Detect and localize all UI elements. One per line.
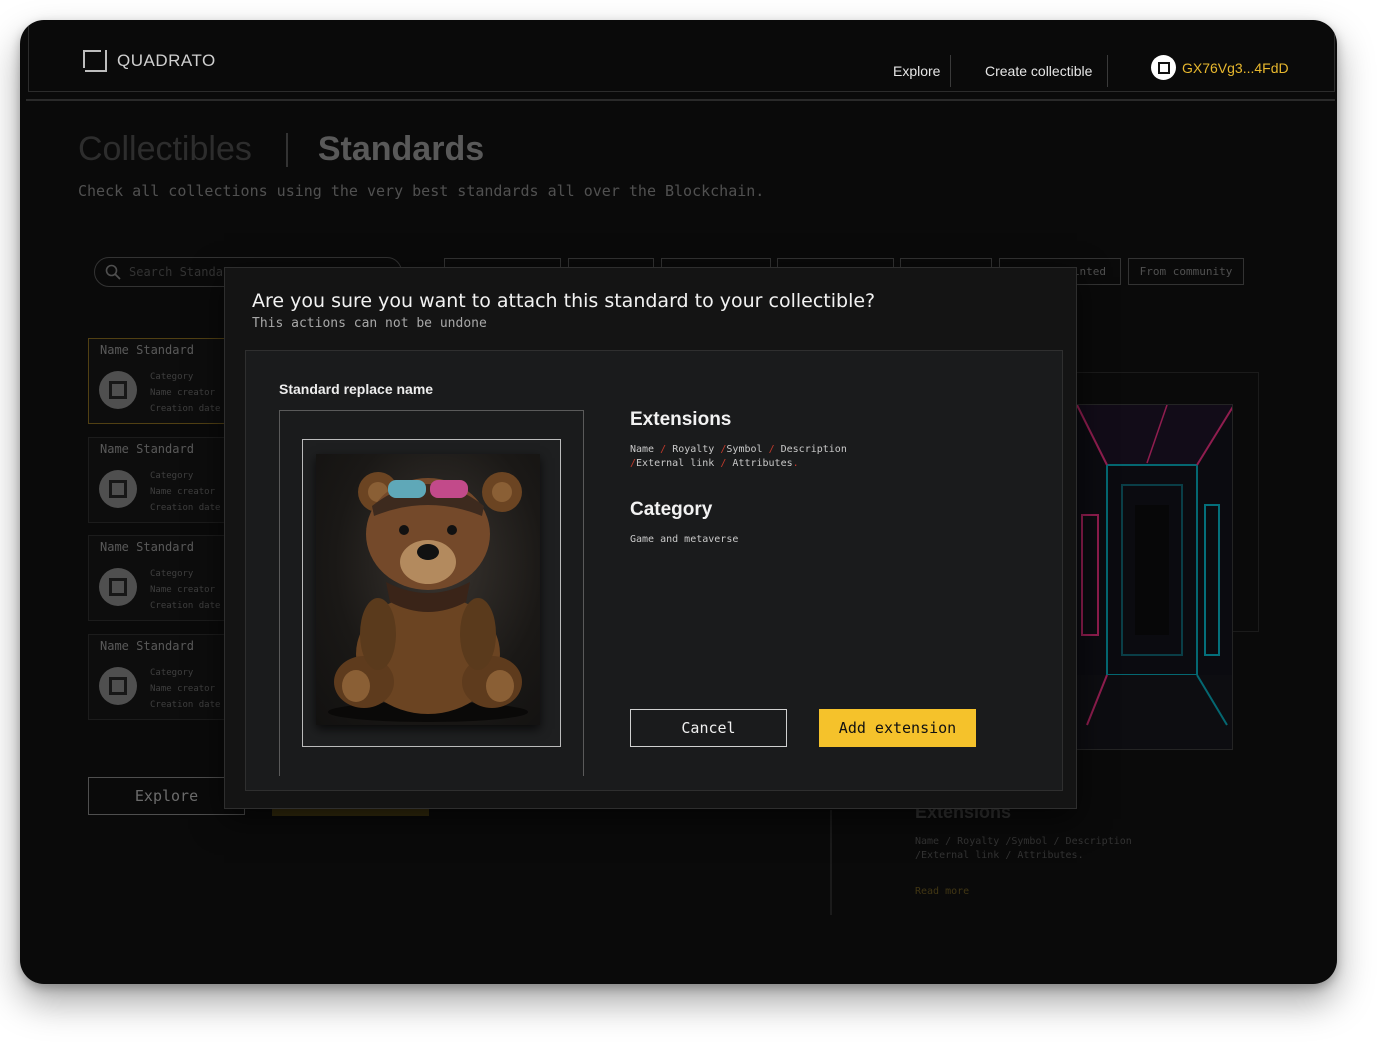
app-window: QUADRATO Explore Create collectible GX76… [20,20,1337,984]
ext-item: Symbol [726,444,763,455]
dialog-content: Standard replace name Extensions Name / … [245,350,1063,791]
collectible-image [316,454,540,725]
extensions-list: Name / Royalty /Symbol / Description /Ex… [630,444,847,469]
ext-item: Royalty [672,444,715,455]
standard-avatar-icon [99,470,137,508]
card-title: Name Standard [100,442,194,456]
ext-item: Royalty [957,836,1000,847]
card-creator: Name creator [150,388,216,398]
card-category: Category [150,372,194,382]
ext-item: Name [630,444,655,455]
card-category: Category [150,471,194,481]
preview-image [1076,404,1233,750]
search-icon [105,264,121,280]
card-category: Category [150,668,194,678]
card-date: Creation date [150,404,221,414]
teddy-bear-image [328,472,528,722]
search-placeholder: Search Standa [129,265,223,279]
card-title: Name Standard [100,639,194,653]
ext-item: External link [921,850,1000,861]
ext-item: Attributes [1017,850,1078,861]
ext-item: Description [780,444,847,455]
read-more-link[interactable]: Read more [915,886,969,897]
confirm-dialog: Are you sure you want to attach this sta… [224,267,1077,809]
standard-avatar-icon [99,568,137,606]
ext-item: External link [636,458,715,469]
neon-corridor-image [1077,405,1232,749]
standard-card[interactable]: Name Standard Category Name creator Crea… [88,338,238,424]
ext-item: Symbol [1011,836,1048,847]
standard-avatar-icon [99,667,137,705]
standard-card[interactable]: Name Standard Category Name creator Crea… [88,634,238,720]
tab-divider [285,132,288,167]
card-creator: Name creator [150,487,216,497]
dialog-title: Are you sure you want to attach this sta… [252,290,876,312]
primary-button-hidden[interactable] [272,808,429,816]
standard-card[interactable]: Name Standard Category Name creator Crea… [88,437,238,523]
card-meta: Category Name creator Creation date [150,468,220,516]
card-creator: Name creator [150,585,216,595]
card-meta: Category Name creator Creation date [150,369,220,417]
card-creator: Name creator [150,684,216,694]
card-meta: Category Name creator Creation date [150,665,220,713]
dialog-subtitle: This actions can not be undone [252,316,487,331]
add-extension-button[interactable]: Add extension [819,709,976,747]
card-title: Name Standard [100,540,194,554]
explore-button[interactable]: Explore [88,777,245,815]
card-date: Creation date [150,503,221,513]
standard-avatar-icon [99,371,137,409]
tab-collectibles[interactable]: Collectibles [78,130,252,169]
category-title: Category [630,499,713,520]
card-date: Creation date [150,700,221,710]
card-meta: Category Name creator Creation date [150,566,220,614]
card-category: Category [150,569,194,579]
divider-line [830,810,832,915]
page-subtitle: Check all collections using the very bes… [78,182,765,200]
extensions-title: Extensions [630,409,732,430]
ext-item: Description [1065,836,1132,847]
tab-standards[interactable]: Standards [318,130,484,169]
ext-item: Attributes [732,458,793,469]
cancel-button[interactable]: Cancel [630,709,787,747]
preview-extensions-list: Name / Royalty /Symbol / Description /Ex… [915,836,1132,861]
card-date: Creation date [150,601,221,611]
ext-item: Name [915,836,940,847]
card-title: Name Standard [100,343,194,357]
standard-name: Standard replace name [279,381,434,397]
page-title-tabs: Collectibles Standards [78,130,484,169]
collectible-image-frame [302,439,561,747]
category-value: Game and metaverse [630,534,739,545]
filter-chip-from-community[interactable]: From community [1128,258,1244,285]
standard-card[interactable]: Name Standard Category Name creator Crea… [88,535,238,621]
